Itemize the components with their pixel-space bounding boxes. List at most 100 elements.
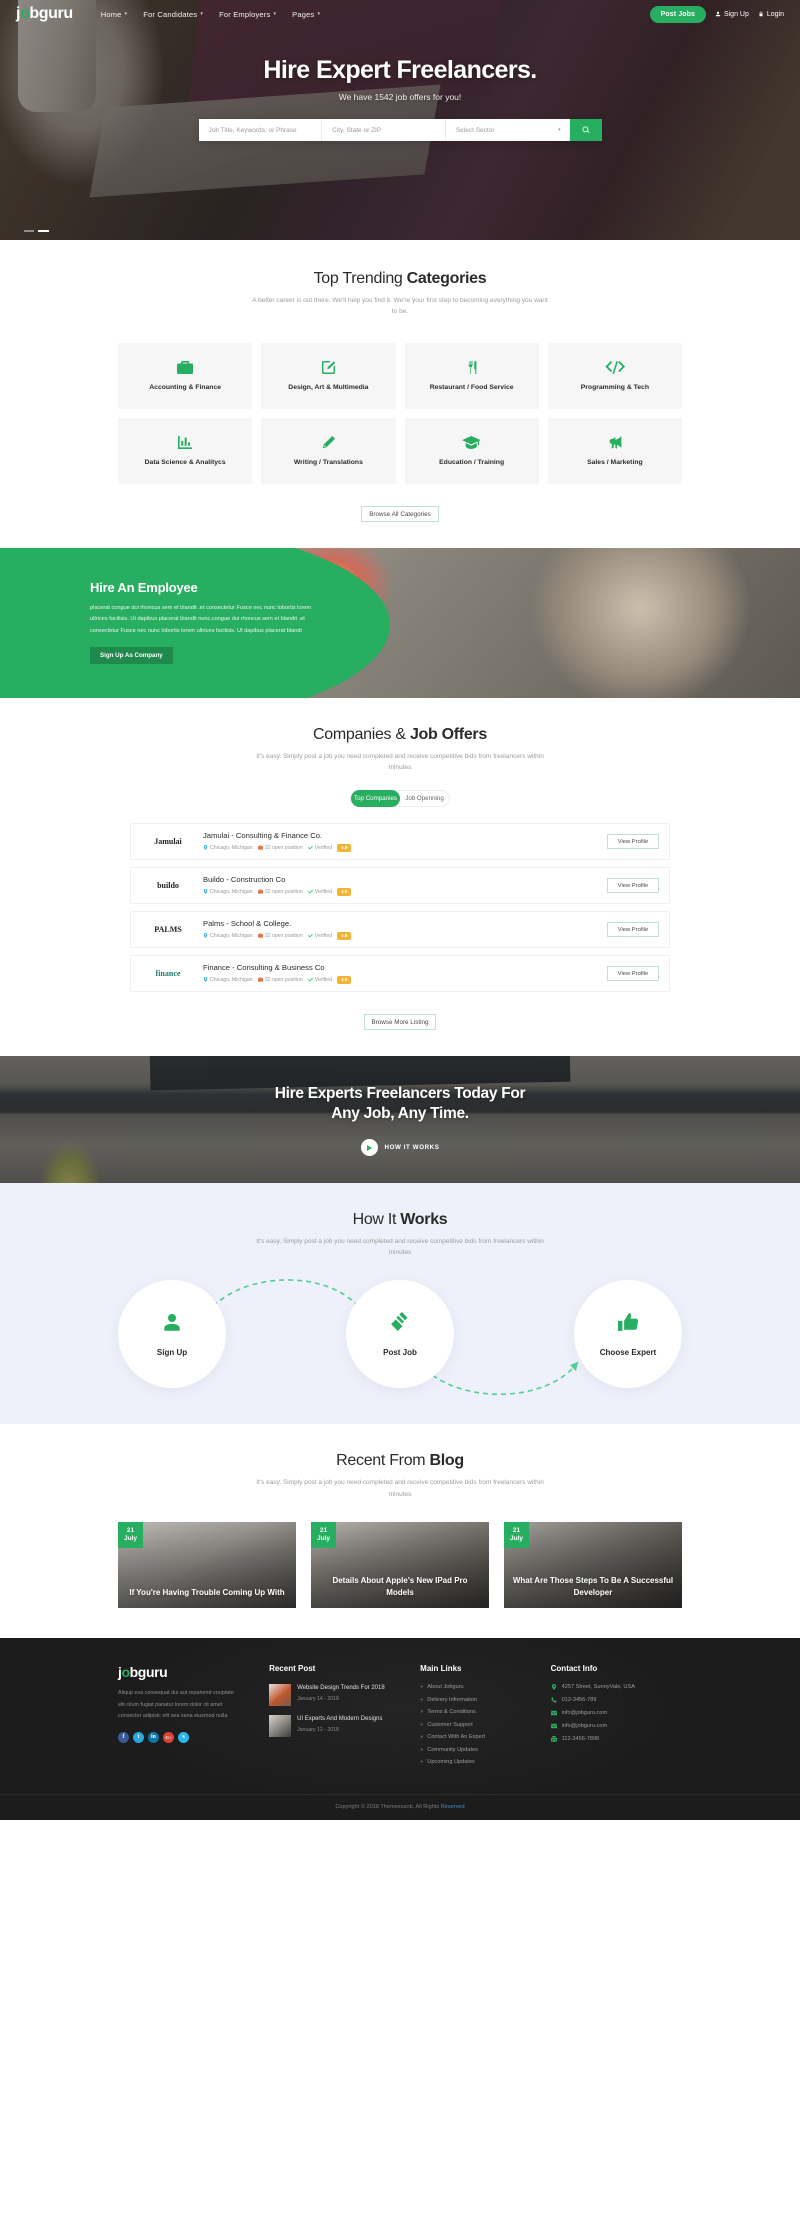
tab-top-companies[interactable]: Top Companies [351, 789, 400, 807]
nav-item-home[interactable]: Home ▾ [101, 10, 128, 19]
site-logo[interactable]: jobguru [16, 5, 73, 23]
category-card-accounting-finance[interactable]: Accounting & Finance [118, 342, 253, 409]
list-item[interactable]: Website Design Trends For 2018 January 1… [269, 1684, 408, 1706]
table-row[interactable]: Jamulai Jamulai - Consulting & Finance C… [130, 822, 670, 860]
search-sector-select[interactable]: Select Sector ▾ [446, 119, 570, 141]
list-item[interactable]: UI Experts And Modern Designs January 12… [269, 1715, 408, 1737]
title-light: How It [352, 1210, 401, 1228]
logo-leaf-icon: o [121, 1664, 131, 1680]
verified-text: Verified [314, 932, 333, 939]
blog-card[interactable]: 21 July If You're Having Trouble Coming … [118, 1522, 296, 1608]
footer-about-column: jobguru Aliqup exa consequat dui aut rep… [118, 1664, 257, 1772]
post-date: January 12 - 2018 [297, 1727, 339, 1733]
view-profile-button[interactable]: View Profile [607, 965, 659, 981]
briefcase-icon [257, 933, 263, 938]
chevron-down-icon: ▾ [317, 11, 321, 17]
category-card-design-art-multimedia[interactable]: Design, Art & Multimedia [261, 342, 396, 409]
title-light: Companies & [313, 725, 410, 743]
footer-link-customer-support[interactable]: » Customer Support [420, 1722, 538, 1728]
sign-up-as-company-button[interactable]: Sign Up As Company [90, 647, 173, 665]
site-footer: jobguru Aliqup exa consequat dui aut rep… [0, 1638, 800, 1820]
facebook-icon[interactable]: f [118, 1731, 129, 1743]
video-cta-line1: Hire Experts Freelancers Today For [274, 1084, 526, 1102]
nav-item-for-employers[interactable]: For Employers ▾ [219, 10, 276, 19]
hire-content: Hire An Employee placerat congue dui rho… [0, 548, 330, 665]
table-row[interactable]: finance Finance - Consulting & Business … [130, 954, 670, 992]
location-text: Chicago, Michigan [210, 976, 253, 983]
category-card-programming-tech[interactable]: Programming & Tech [547, 342, 682, 409]
view-profile-button[interactable]: View Profile [607, 877, 659, 893]
hero-section: jobguru Home ▾ For Candidates ▾ For Employ… [0, 0, 800, 240]
location-text: Chicago, Michigan [210, 932, 253, 939]
footer-link-upcoming-updates[interactable]: » Upcoming Updates [420, 1759, 538, 1765]
table-row[interactable]: buildo Buildo - Construction Co Chicago,… [130, 866, 670, 904]
blog-card[interactable]: 21 July What Are Those Steps To Be A Suc… [504, 1522, 682, 1608]
step-sign-up[interactable]: Sign Up [118, 1280, 226, 1389]
step-choose-expert[interactable]: Choose Expert [574, 1280, 682, 1389]
footer-heading-main-links: Main Links [420, 1664, 462, 1673]
post-thumbnail [269, 1684, 292, 1706]
view-profile-button[interactable]: View Profile [607, 833, 659, 849]
map-pin-icon [551, 1684, 556, 1690]
skype-icon[interactable]: s [178, 1731, 189, 1743]
positions-text: 32 open position [264, 976, 303, 983]
linkedin-icon[interactable]: in [148, 1731, 159, 1743]
post-jobs-button[interactable]: Post Jobs [649, 5, 706, 23]
map-pin-icon [203, 889, 208, 894]
category-card-restaurant-food-service[interactable]: Restaurant / Food Service [404, 342, 539, 409]
search-keyword-input[interactable]: Job Title, Keywords, or Phrase [199, 119, 323, 141]
browse-all-categories-button[interactable]: Browse All Categories [361, 505, 439, 522]
reserved-link[interactable]: Reserved [441, 1804, 465, 1810]
blog-post-title: If You're Having Trouble Coming Up With [129, 1587, 285, 1597]
link-label: About Jobguru [427, 1684, 464, 1690]
login-link[interactable]: Login [758, 11, 784, 18]
category-card-writing-translations[interactable]: Writing / Translations [261, 417, 396, 484]
blog-post-title: Details About Apple's New IPad Pro Model… [332, 1576, 468, 1597]
how-it-works-play-button[interactable]: HOW IT WORKS [0, 1139, 800, 1157]
arrow-icon: » [420, 1684, 424, 1690]
browse-more-listing-button[interactable]: Browse More Listing [364, 1013, 436, 1030]
table-row[interactable]: PALMS Palms - School & College. Chicago,… [130, 910, 670, 948]
slider-dot-2[interactable] [38, 230, 49, 232]
footer-link-contact-with-an-expert[interactable]: » Contact With An Expert [420, 1734, 538, 1740]
footer-link-terms-conditions[interactable]: » Terms & Conditions [420, 1709, 538, 1715]
view-profile-button[interactable]: View Profile [607, 921, 659, 937]
link-label: Terms & Conditions [427, 1709, 476, 1715]
slider-dot-1[interactable] [24, 230, 34, 232]
footer-heading-recent-post: Recent Post [269, 1664, 316, 1673]
search-location-input[interactable]: City, State or ZIP [322, 119, 446, 141]
company-positions: 32 open position [257, 976, 303, 983]
footer-logo[interactable]: jobguru [118, 1664, 257, 1680]
search-button[interactable] [569, 119, 602, 141]
category-card-data-science-analitycs[interactable]: Data Science & Analitycs [118, 417, 253, 484]
category-card-education-training[interactable]: Education / Training [404, 417, 539, 484]
footer-link-community-updates[interactable]: » Community Updates [420, 1747, 538, 1753]
twitter-icon[interactable]: t [133, 1731, 144, 1743]
header-actions: Post Jobs Sign Up Login [649, 5, 784, 23]
sign-up-link[interactable]: Sign Up [715, 11, 749, 18]
footer-link-about-jobguru[interactable]: » About Jobguru [420, 1684, 538, 1690]
nav-item-for-candidates[interactable]: For Candidates ▾ [143, 10, 203, 19]
footer-link-delivery-information[interactable]: » Delivery Information [420, 1697, 538, 1703]
contact-email-2[interactable]: info@jobguru.com [550, 1723, 682, 1729]
verified-text: Verified [314, 976, 333, 983]
hero-slider-dots[interactable] [24, 230, 49, 232]
google-plus-icon[interactable]: G+ [163, 1731, 174, 1743]
companies-description: It's easy. Simply post a job you need co… [256, 752, 544, 772]
nav-item-pages[interactable]: Pages ▾ [292, 10, 320, 19]
company-positions: 32 open position [257, 845, 303, 851]
tab-job-openning[interactable]: Job Openning [400, 790, 449, 807]
company-name: Palms - School & College. [203, 918, 292, 928]
category-card-sales-marketing[interactable]: Sales / Marketing [547, 417, 682, 484]
contact-phone[interactable]: 012-3456-789 [551, 1697, 682, 1703]
blog-header: Recent From Blog It's easy. Simply post … [0, 1452, 800, 1500]
blog-card[interactable]: 21 July Details About Apple's New IPad P… [311, 1522, 489, 1608]
status-badge: 4.6 [337, 931, 352, 940]
company-verified: Verified [307, 932, 333, 939]
step-post-job[interactable]: Post Job [346, 1280, 454, 1389]
contact-email-1[interactable]: info@jobguru.com [550, 1710, 682, 1716]
company-info: Finance - Consulting & Business Co Chica… [195, 963, 607, 984]
blog-post-title: What Are Those Steps To Be A Successful … [512, 1576, 674, 1597]
category-label: Design, Art & Multimedia [288, 383, 369, 391]
company-logo: buildo [141, 872, 195, 899]
